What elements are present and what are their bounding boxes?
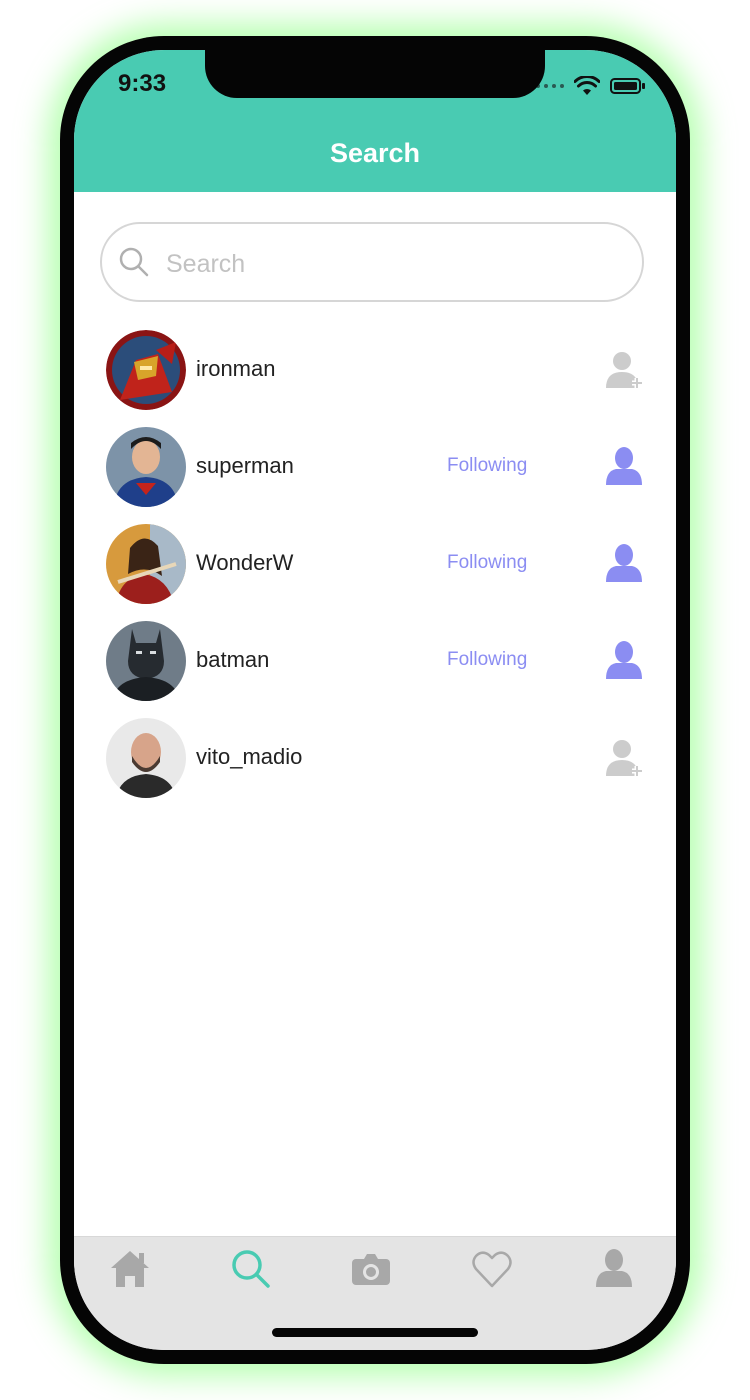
add-friend-icon[interactable] (602, 348, 646, 392)
following-user-icon[interactable] (602, 542, 646, 586)
following-label[interactable]: Following (447, 649, 527, 671)
following-label[interactable]: Following (447, 552, 527, 574)
avatar-wonderw[interactable] (106, 524, 186, 604)
username[interactable]: vito_madio (196, 744, 302, 770)
user-list: ironman superman Following WonderW Follo… (74, 322, 676, 807)
profile-icon[interactable] (592, 1247, 636, 1291)
add-friend-icon[interactable] (602, 736, 646, 780)
avatar-superman[interactable] (106, 427, 186, 507)
device-notch (205, 50, 545, 98)
user-row-batman[interactable]: batman Following (74, 613, 676, 710)
username[interactable]: superman (196, 453, 294, 479)
signal-icon (536, 84, 564, 88)
search-tab-icon[interactable] (229, 1247, 273, 1291)
avatar-batman[interactable] (106, 621, 186, 701)
search-bar[interactable] (100, 222, 644, 302)
search-icon (119, 247, 149, 277)
user-row-ironman[interactable]: ironman (74, 322, 676, 419)
avatar-vito-madio[interactable] (106, 718, 186, 798)
battery-icon (610, 78, 645, 94)
camera-icon[interactable] (349, 1247, 393, 1291)
following-label[interactable]: Following (447, 455, 527, 477)
username[interactable]: ironman (196, 356, 275, 382)
home-indicator[interactable] (272, 1328, 478, 1337)
stage: 9:33 Search Search ironman superman Foll… (0, 0, 750, 1400)
following-user-icon[interactable] (602, 445, 646, 489)
heart-icon[interactable] (470, 1247, 514, 1291)
username[interactable]: batman (196, 647, 269, 673)
status-icons (536, 76, 646, 96)
page-title: Search (329, 138, 421, 168)
following-user-icon[interactable] (602, 639, 646, 683)
user-row-vito-madio[interactable]: vito_madio (74, 710, 676, 807)
home-icon[interactable] (108, 1247, 152, 1291)
phone-screen: 9:33 Search Search ironman superman Foll… (74, 50, 676, 1350)
username[interactable]: WonderW (196, 550, 293, 576)
user-row-wonderw[interactable]: WonderW Following (74, 516, 676, 613)
status-time: 9:33 (118, 70, 167, 97)
search-input[interactable] (164, 244, 618, 284)
user-row-superman[interactable]: superman Following (74, 419, 676, 516)
phone-frame: 9:33 Search Search ironman superman Foll… (60, 36, 690, 1364)
wifi-icon (574, 76, 600, 95)
avatar-ironman[interactable] (106, 330, 186, 410)
